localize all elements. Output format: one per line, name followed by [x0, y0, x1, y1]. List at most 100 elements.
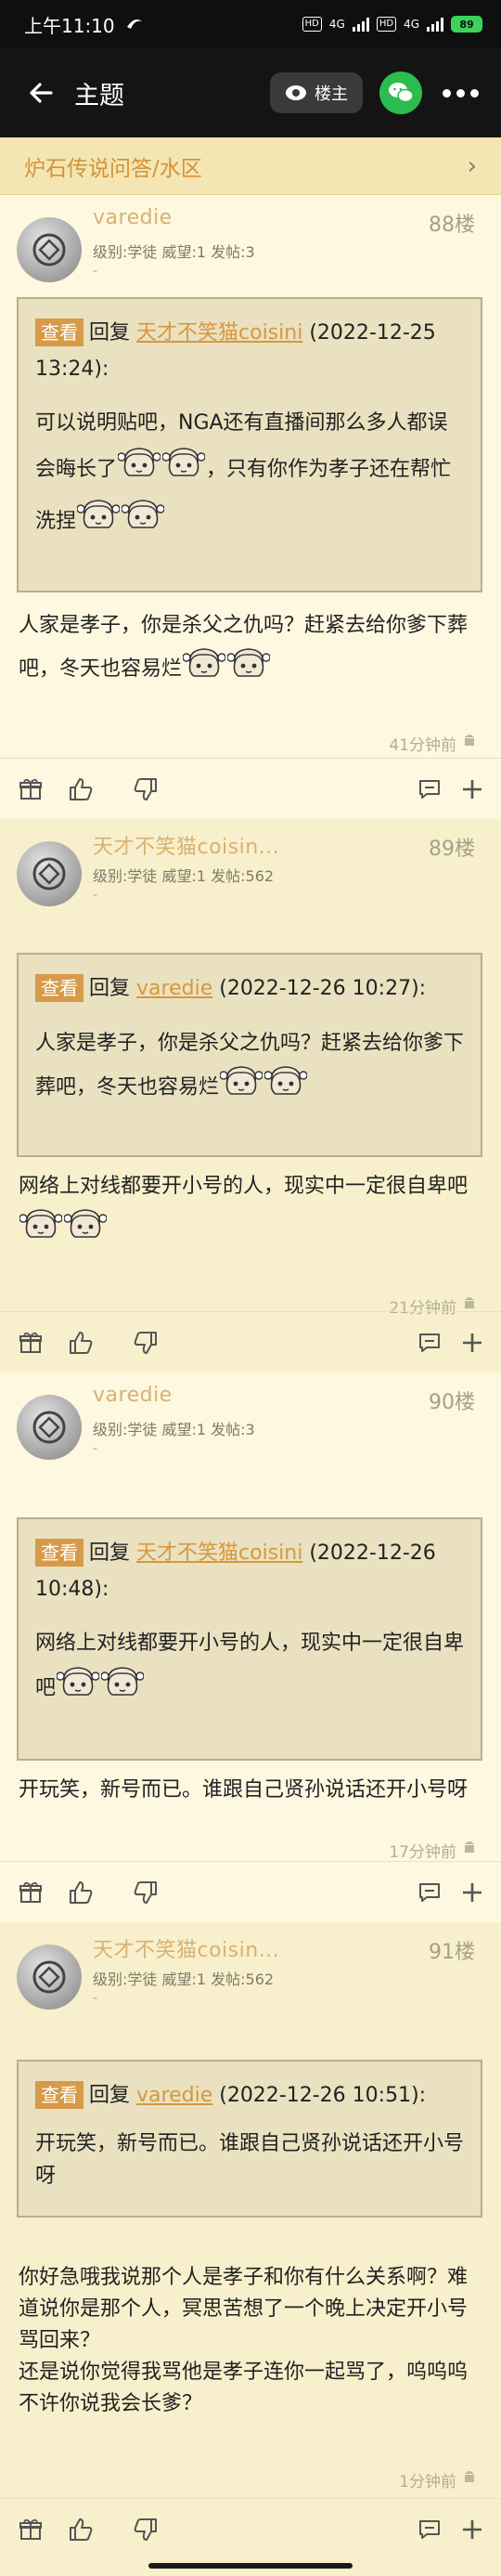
quote-block: 查看 回复 varedie (2022-12-26 10:27): 人家是孝子，你… [17, 953, 482, 1157]
view-quote-button[interactable]: 查看 [35, 319, 84, 346]
post-actions [0, 2498, 501, 2559]
plus-icon [463, 780, 482, 799]
signal-icon [352, 17, 369, 32]
add-button[interactable] [458, 1329, 486, 1357]
wechat-share-button[interactable] [379, 72, 422, 114]
forum-name[interactable]: 炉石传说问答/水区 [24, 150, 202, 182]
add-button[interactable] [458, 775, 486, 803]
view-quote-button[interactable]: 查看 [35, 974, 84, 1002]
only-owner-label: 楼主 [315, 85, 348, 104]
battery-icon: 89 [451, 16, 482, 33]
quote-header: 查看 回复 天才不笑猫coisini (2022-12-26 10:48): [35, 1536, 464, 1607]
comment-button[interactable] [416, 775, 443, 803]
post-time: 41分钟前 [389, 732, 477, 755]
back-arrow-icon [30, 83, 53, 103]
more-icon [443, 88, 451, 98]
more-button[interactable] [439, 80, 482, 107]
only-owner-button[interactable]: 楼主 [270, 72, 363, 113]
comment-icon [419, 1334, 440, 1352]
like-button[interactable] [67, 1879, 95, 1906]
forum-bar[interactable]: 炉石传说问答/水区 › [0, 137, 501, 195]
username[interactable]: 天才不笑猫coisin... [93, 1933, 279, 1963]
post-body: 网络上对线都要开小号的人，现实中一定很自卑吧 [19, 1168, 482, 1255]
comment-button[interactable] [416, 1879, 443, 1906]
anime-sticker-icon [19, 1205, 63, 1255]
app-header: 主题 楼主 [0, 48, 501, 137]
gesture-nav-bar[interactable] [148, 2563, 353, 2569]
avatar[interactable] [17, 1395, 82, 1460]
hd-icon-2: HD [376, 17, 397, 32]
anime-sticker-icon [121, 496, 165, 548]
quote-text: 网络上对线都要开小号的人，现实中一定很自卑吧 [35, 1624, 464, 1714]
post-actions [0, 1861, 501, 1922]
post-time-text: 1分钟前 [399, 2473, 456, 2491]
comment-button[interactable] [416, 1329, 443, 1357]
post-time-text: 17分钟前 [389, 1843, 456, 1862]
quoted-user-link[interactable]: varedie [136, 977, 212, 1000]
comment-button[interactable] [416, 2516, 443, 2543]
avatar[interactable] [17, 841, 82, 906]
quote-header: 查看 回复 varedie (2022-12-26 10:51): [35, 2078, 464, 2114]
quote-text: 可以说明贴吧，NGA还有直播间那么多人都误会晦长了 ，只有你作为孝子还在帮忙洗捏 [35, 404, 464, 548]
view-quote-button[interactable]: 查看 [35, 2081, 84, 2109]
eye-icon [286, 85, 306, 100]
like-icon [70, 2518, 93, 2541]
gift-button[interactable] [17, 1879, 45, 1906]
gift-button[interactable] [17, 775, 45, 803]
post-header: 天才不笑猫coisin... 级别:学徒 威望:1 发帖:562 - 91楼 [0, 1922, 501, 2043]
dislike-button[interactable] [132, 1329, 160, 1357]
status-time: 上午11:10 [24, 14, 115, 37]
post-header: varedie 级别:学徒 威望:1 发帖:3 - 90楼 [0, 1373, 501, 1493]
quoted-user-link[interactable]: 天才不笑猫coisini [136, 321, 302, 345]
anime-sticker-icon [117, 444, 161, 496]
app-notification-icon [126, 20, 142, 29]
floor-number: 88楼 [429, 214, 475, 237]
quote-date: (2022-12-26 10:27): [219, 977, 427, 1000]
post-88: varedie 级别:学徒 威望:1 发帖:3 - 88楼 查看 回复 天才不笑猫… [0, 195, 501, 819]
anime-sticker-icon [100, 1663, 145, 1714]
back-button[interactable] [19, 71, 63, 115]
gift-icon [19, 778, 42, 800]
post-time: 1分钟前 [399, 2468, 477, 2491]
username[interactable]: varedie [93, 1384, 173, 1407]
username[interactable]: varedie [93, 206, 173, 229]
quote-text: 人家是孝子，你是杀父之仇吗？赶紧去给你爹下葬吧，冬天也容易烂 [35, 1024, 464, 1114]
quote-block: 查看 回复 varedie (2022-12-26 10:51): 开玩笑，新号而… [17, 2060, 482, 2218]
dislike-button[interactable] [132, 1879, 160, 1906]
like-icon [70, 1332, 93, 1354]
username[interactable]: 天才不笑猫coisin... [93, 830, 279, 860]
like-button[interactable] [67, 1329, 95, 1357]
user-meta: 级别:学徒 威望:1 发帖:3 [93, 243, 255, 261]
add-button[interactable] [458, 2516, 486, 2543]
quote-block: 查看 回复 天才不笑猫coisini (2022-12-26 10:48): 网络… [17, 1517, 482, 1761]
view-quote-button[interactable]: 查看 [35, 1539, 84, 1567]
post-91: 天才不笑猫coisin... 级别:学徒 威望:1 发帖:562 - 91楼 查… [0, 1922, 501, 2576]
post-body: 开玩笑，新号而已。谁跟自己贤孙说话还开小号呀 [19, 1772, 482, 1809]
user-meta: 级别:学徒 威望:1 发帖:3 [93, 1421, 255, 1438]
android-icon [462, 1840, 477, 1861]
plus-icon [463, 1334, 482, 1352]
avatar[interactable] [17, 217, 82, 282]
dislike-button[interactable] [132, 2516, 160, 2543]
plus-icon [463, 2520, 482, 2539]
user-signature: - [93, 1991, 98, 2006]
dislike-button[interactable] [132, 775, 160, 803]
like-button[interactable] [67, 775, 95, 803]
add-button[interactable] [458, 1879, 486, 1906]
user-signature: - [93, 1441, 98, 1456]
gift-button[interactable] [17, 1329, 45, 1357]
quoted-user-link[interactable]: varedie [136, 2084, 212, 2107]
user-signature: - [93, 888, 98, 903]
signal-icon-2 [427, 17, 443, 32]
post-body-text: 开玩笑，新号而已。谁跟自己贤孙说话还开小号呀 [19, 1778, 469, 1802]
like-button[interactable] [67, 2516, 95, 2543]
dislike-icon [134, 778, 157, 800]
reply-word: 回复 [89, 977, 131, 1000]
diving-helmet-icon [32, 233, 66, 267]
post-body: 人家是孝子，你是杀父之仇吗？赶紧去给你爹下葬吧，冬天也容易烂 [19, 607, 482, 694]
avatar[interactable] [17, 1945, 82, 2010]
gift-icon [19, 1332, 42, 1353]
reply-word: 回复 [89, 1542, 131, 1565]
gift-button[interactable] [17, 2516, 45, 2543]
quoted-user-link[interactable]: 天才不笑猫coisini [136, 1542, 302, 1565]
